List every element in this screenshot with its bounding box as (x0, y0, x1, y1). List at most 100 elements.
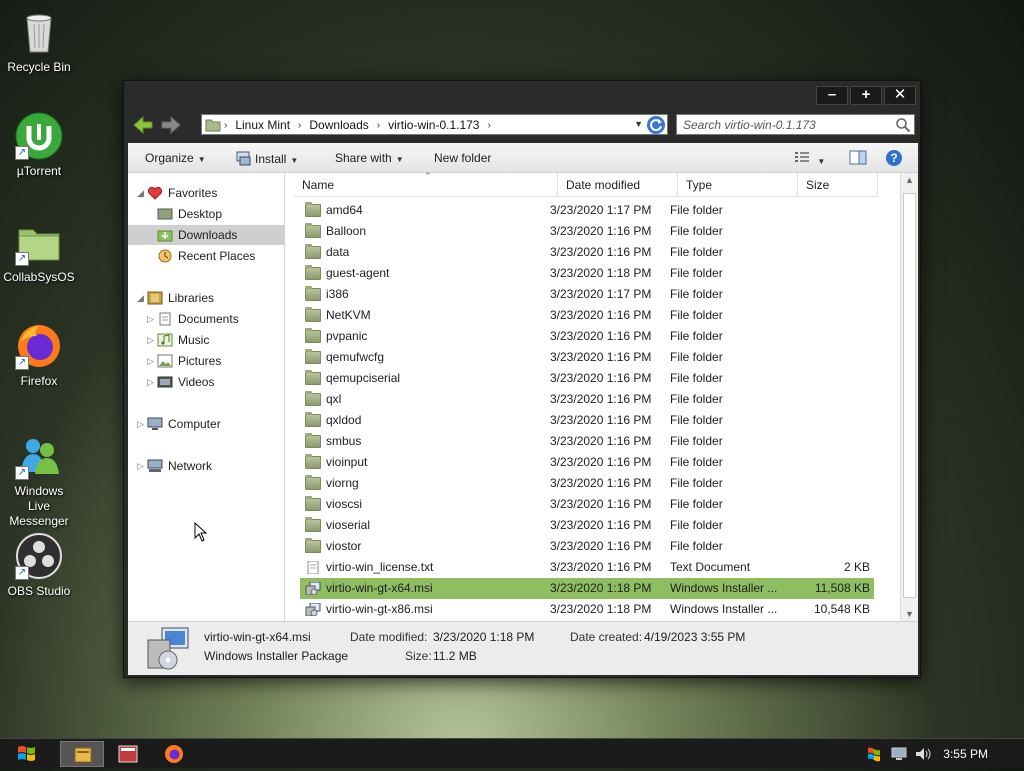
maximize-button[interactable]: + (850, 86, 882, 105)
nav-videos[interactable]: ▷ Videos (128, 372, 285, 392)
file-row[interactable]: qxldod 3/23/2020 1:16 PM File folder (300, 410, 874, 431)
share-with-button[interactable]: Share with ▼ (335, 151, 404, 165)
chevron-right-icon[interactable]: › (298, 120, 301, 131)
nav-libraries[interactable]: ◢ Libraries (128, 288, 285, 308)
action-center-flag-icon[interactable] (866, 746, 882, 762)
volume-icon[interactable] (914, 746, 932, 762)
folder-icon (305, 328, 321, 343)
scrollbar-thumb[interactable] (903, 193, 916, 598)
file-row[interactable]: vioinput 3/23/2020 1:16 PM File folder (300, 452, 874, 473)
file-date-modified: 3/23/2020 1:16 PM (550, 560, 652, 574)
file-row[interactable]: virtio-win-gt-x86.msi 3/23/2020 1:18 PM Wi… (300, 599, 874, 620)
expand-arrow-icon[interactable]: ▷ (147, 309, 154, 329)
file-row[interactable]: qemupciserial 3/23/2020 1:16 PM File folde… (300, 368, 874, 389)
close-button[interactable]: ✕ (884, 86, 916, 105)
desktop-icon-utorrent[interactable]: ↗ µTorrent (2, 112, 76, 179)
file-row[interactable]: smbus 3/23/2020 1:16 PM File folder (300, 431, 874, 452)
nav-computer[interactable]: ▷ Computer (128, 414, 285, 434)
nav-pictures[interactable]: ▷ Pictures (128, 351, 285, 371)
expand-arrow-icon[interactable]: ▷ (147, 330, 154, 350)
file-row[interactable]: virtio-win_license.txt 3/23/2020 1:16 PM T… (300, 557, 874, 578)
nav-music[interactable]: ▷ Music (128, 330, 285, 350)
network-tray-icon[interactable] (890, 746, 908, 762)
start-button[interactable] (4, 741, 48, 767)
desktop-icon-recycle-bin[interactable]: Recycle Bin (2, 8, 76, 75)
taskbar-firefox-button[interactable] (152, 741, 196, 767)
file-row[interactable]: guest-agent 3/23/2020 1:18 PM File folder (300, 263, 874, 284)
file-row[interactable]: i386 3/23/2020 1:17 PM File folder (300, 284, 874, 305)
pictures-icon (157, 354, 173, 368)
file-name: viostor (326, 539, 362, 553)
file-row[interactable]: viorng 3/23/2020 1:16 PM File folder (300, 473, 874, 494)
details-date-created-label: Date created: (570, 630, 643, 644)
column-header-date-modified[interactable]: Date modified (558, 173, 678, 197)
back-arrow-icon (133, 115, 153, 135)
search-input[interactable]: Search virtio-win-0.1.173 (676, 114, 915, 135)
back-button[interactable] (132, 115, 154, 135)
desktop-icon-firefox[interactable]: ↗ Firefox (2, 322, 76, 389)
scroll-up-icon[interactable]: ▲ (905, 175, 914, 185)
minimize-button[interactable]: – (816, 86, 848, 105)
nav-downloads[interactable]: Downloads (128, 225, 285, 245)
install-button[interactable]: Install ▼ (236, 151, 298, 166)
preview-pane-button[interactable] (849, 150, 867, 168)
file-row[interactable]: qemufwcfg 3/23/2020 1:16 PM File folder (300, 347, 874, 368)
file-row[interactable]: vioserial 3/23/2020 1:16 PM File folder (300, 515, 874, 536)
nav-favorites[interactable]: ◢ Favorites (128, 183, 285, 203)
scroll-down-icon[interactable]: ▼ (905, 609, 914, 619)
computer-icon (147, 417, 163, 430)
file-row[interactable]: vioscsi 3/23/2020 1:16 PM File folder (300, 494, 874, 515)
nav-label: Downloads (178, 228, 238, 242)
column-header-type[interactable]: Type (678, 173, 798, 197)
address-dropdown-icon[interactable]: ▼ (634, 119, 643, 129)
file-row[interactable]: data 3/23/2020 1:16 PM File folder (300, 242, 874, 263)
taskbar-explorer-button[interactable] (60, 741, 104, 767)
address-field[interactable]: › Linux Mint › Downloads › virtio-win-0.… (201, 114, 668, 135)
nav-documents[interactable]: ▷ Documents (128, 309, 285, 329)
desktop-icon-label: µTorrent (16, 164, 62, 178)
desktop-icon-windows-live-messenger[interactable]: ↗ Windows Live Messenger (2, 432, 76, 529)
file-row[interactable]: Balloon 3/23/2020 1:16 PM File folder (300, 221, 874, 242)
chevron-right-icon[interactable]: › (487, 120, 490, 131)
search-icon[interactable] (895, 117, 911, 133)
breadcrumb-linux-mint[interactable]: Linux Mint (235, 118, 290, 132)
new-folder-button[interactable]: New folder (434, 151, 491, 165)
vertical-scrollbar[interactable]: ▲ ▼ (900, 173, 918, 621)
forward-button[interactable] (160, 115, 182, 135)
file-row[interactable]: pvpanic 3/23/2020 1:16 PM File folder (300, 326, 874, 347)
refresh-button[interactable] (647, 116, 665, 134)
system-clock[interactable]: 3:55 PM (943, 747, 988, 761)
expand-arrow-icon[interactable]: ▷ (147, 351, 154, 371)
nav-recent-places[interactable]: Recent Places (128, 246, 285, 266)
file-date-modified: 3/23/2020 1:16 PM (550, 245, 652, 259)
file-row[interactable]: virtio-win-gt-x64.msi 3/23/2020 1:18 PM Wi… (300, 578, 874, 599)
file-name: qemupciserial (326, 371, 401, 385)
organize-button[interactable]: Organize ▼ (145, 151, 206, 165)
expand-arrow-icon[interactable]: ◢ (137, 288, 144, 308)
desktop-icon-obs-studio[interactable]: ↗ OBS Studio (2, 532, 76, 599)
preview-pane-icon (849, 150, 867, 165)
file-row[interactable]: NetKVM 3/23/2020 1:16 PM File folder (300, 305, 874, 326)
column-header-size[interactable]: Size (798, 173, 878, 197)
expand-arrow-icon[interactable]: ▷ (147, 372, 154, 392)
file-row[interactable]: qxl 3/23/2020 1:16 PM File folder (300, 389, 874, 410)
expand-arrow-icon[interactable]: ▷ (137, 414, 144, 434)
help-button[interactable]: ? (885, 149, 903, 170)
obs-icon: ↗ (15, 532, 63, 580)
desktop-icon-collabsysos[interactable]: ↗ CollabSysOS (2, 218, 76, 285)
column-header-name[interactable]: Name ⌃ (294, 171, 558, 197)
nav-label: Videos (178, 375, 215, 389)
file-type: File folder (670, 350, 723, 364)
taskbar-media-button[interactable] (106, 741, 150, 767)
nav-desktop[interactable]: Desktop (128, 204, 285, 224)
file-row[interactable]: amd64 3/23/2020 1:17 PM File folder (300, 200, 874, 221)
change-view-button[interactable]: ▼ (794, 150, 825, 167)
breadcrumb-downloads[interactable]: Downloads (309, 118, 368, 132)
chevron-right-icon[interactable]: › (377, 120, 380, 131)
expand-arrow-icon[interactable]: ◢ (137, 183, 144, 203)
breadcrumb-virtio-win[interactable]: virtio-win-0.1.173 (388, 118, 479, 132)
file-row[interactable]: viostor 3/23/2020 1:16 PM File folder (300, 536, 874, 557)
nav-network[interactable]: ▷ Network (128, 456, 285, 476)
utorrent-icon: ↗ (15, 112, 63, 160)
expand-arrow-icon[interactable]: ▷ (137, 456, 144, 476)
